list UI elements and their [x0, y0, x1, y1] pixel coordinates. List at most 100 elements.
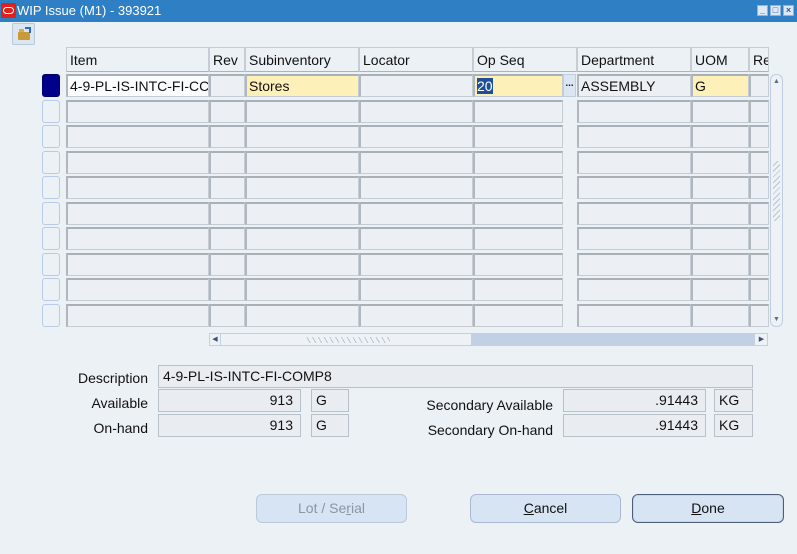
scroll-left-icon[interactable]: ◀ — [210, 334, 221, 345]
locator-cell[interactable] — [359, 176, 473, 199]
op-seq-lov-button[interactable]: ... — [563, 74, 576, 97]
re-cell[interactable] — [749, 202, 769, 225]
locator-cell[interactable] — [359, 227, 473, 250]
record-indicator[interactable] — [42, 151, 60, 174]
department-cell[interactable] — [577, 202, 691, 225]
subinventory-cell[interactable] — [245, 151, 359, 174]
record-indicator[interactable] — [42, 176, 60, 199]
scroll-up-icon[interactable]: ▲ — [772, 77, 781, 86]
item-cell[interactable] — [66, 278, 209, 301]
department-cell[interactable] — [577, 125, 691, 148]
open-folder-button[interactable] — [12, 23, 35, 45]
rev-cell[interactable] — [209, 100, 245, 123]
op-seq-cell[interactable] — [473, 253, 563, 276]
op-seq-cell[interactable] — [473, 125, 563, 148]
rev-cell[interactable] — [209, 151, 245, 174]
record-indicator[interactable] — [42, 202, 60, 225]
subinventory-cell[interactable] — [245, 278, 359, 301]
close-button[interactable]: × — [783, 5, 794, 16]
op-seq-cell[interactable] — [473, 151, 563, 174]
item-cell[interactable] — [66, 304, 209, 327]
record-indicator[interactable] — [42, 227, 60, 250]
cancel-button[interactable]: Cancel — [470, 494, 621, 523]
department-cell[interactable] — [577, 100, 691, 123]
department-cell[interactable] — [577, 278, 691, 301]
uom-cell[interactable] — [691, 253, 749, 276]
column-header-re[interactable]: Re — [749, 47, 769, 72]
title-bar[interactable]: WIP Issue (M1) - 393921 _ □ × — [0, 0, 797, 22]
scroll-thumb[interactable] — [471, 334, 755, 345]
scroll-right-icon[interactable]: ▶ — [756, 334, 767, 345]
department-cell[interactable] — [577, 304, 691, 327]
uom-cell[interactable] — [691, 227, 749, 250]
locator-cell[interactable] — [359, 278, 473, 301]
maximize-button[interactable]: □ — [770, 5, 781, 16]
op-seq-cell[interactable] — [473, 278, 563, 301]
subinventory-cell[interactable] — [245, 176, 359, 199]
column-header-op-seq[interactable]: Op Seq — [473, 47, 577, 72]
locator-cell[interactable] — [359, 74, 473, 97]
re-cell[interactable] — [749, 74, 769, 97]
minimize-button[interactable]: _ — [757, 5, 768, 16]
secondary-available-field[interactable]: .91443 — [563, 389, 706, 412]
onhand-field[interactable]: 913 — [158, 414, 301, 437]
rev-cell[interactable] — [209, 278, 245, 301]
rev-cell[interactable] — [209, 227, 245, 250]
re-cell[interactable] — [749, 151, 769, 174]
locator-cell[interactable] — [359, 202, 473, 225]
column-header-department[interactable]: Department — [577, 47, 691, 72]
record-indicator[interactable] — [42, 125, 60, 148]
rev-cell[interactable] — [209, 202, 245, 225]
op-seq-cell[interactable] — [473, 202, 563, 225]
column-header-uom[interactable]: UOM — [691, 47, 749, 72]
scroll-grip[interactable] — [773, 161, 780, 221]
item-cell[interactable] — [66, 125, 209, 148]
current-record-indicator[interactable] — [42, 74, 60, 97]
subinventory-cell[interactable]: Stores — [245, 74, 359, 97]
re-cell[interactable] — [749, 278, 769, 301]
department-cell[interactable] — [577, 176, 691, 199]
column-header-rev[interactable]: Rev — [209, 47, 245, 72]
item-cell[interactable] — [66, 176, 209, 199]
department-cell[interactable] — [577, 151, 691, 174]
rev-cell[interactable] — [209, 253, 245, 276]
secondary-available-uom-field[interactable]: KG — [714, 389, 753, 412]
locator-cell[interactable] — [359, 304, 473, 327]
locator-cell[interactable] — [359, 151, 473, 174]
department-cell[interactable] — [577, 227, 691, 250]
done-button[interactable]: Done — [632, 494, 784, 523]
locator-cell[interactable] — [359, 253, 473, 276]
uom-cell[interactable] — [691, 151, 749, 174]
department-cell[interactable] — [577, 253, 691, 276]
locator-cell[interactable] — [359, 100, 473, 123]
subinventory-cell[interactable] — [245, 100, 359, 123]
op-seq-cell[interactable] — [473, 100, 563, 123]
scroll-down-icon[interactable]: ▼ — [772, 315, 781, 324]
rev-cell[interactable] — [209, 176, 245, 199]
secondary-onhand-uom-field[interactable]: KG — [714, 414, 753, 437]
subinventory-cell[interactable] — [245, 125, 359, 148]
subinventory-cell[interactable] — [245, 253, 359, 276]
subinventory-cell[interactable] — [245, 227, 359, 250]
locator-cell[interactable] — [359, 125, 473, 148]
available-uom-field[interactable]: G — [311, 389, 349, 412]
rev-cell[interactable] — [209, 304, 245, 327]
record-indicator[interactable] — [42, 253, 60, 276]
available-field[interactable]: 913 — [158, 389, 301, 412]
re-cell[interactable] — [749, 176, 769, 199]
re-cell[interactable] — [749, 253, 769, 276]
subinventory-cell[interactable] — [245, 304, 359, 327]
vertical-scrollbar[interactable]: ▲ ▼ — [770, 74, 783, 327]
onhand-uom-field[interactable]: G — [311, 414, 349, 437]
item-cell[interactable]: 4-9-PL-IS-INTC-FI-CC — [66, 74, 209, 97]
record-indicator[interactable] — [42, 100, 60, 123]
uom-cell[interactable] — [691, 278, 749, 301]
op-seq-cell[interactable]: 20 — [473, 74, 563, 97]
op-seq-cell[interactable] — [473, 176, 563, 199]
record-indicator[interactable] — [42, 304, 60, 327]
horizontal-scrollbar[interactable]: ◀ ▶ — [209, 333, 768, 346]
item-cell[interactable] — [66, 253, 209, 276]
uom-cell[interactable] — [691, 100, 749, 123]
uom-cell[interactable] — [691, 176, 749, 199]
item-cell[interactable] — [66, 100, 209, 123]
